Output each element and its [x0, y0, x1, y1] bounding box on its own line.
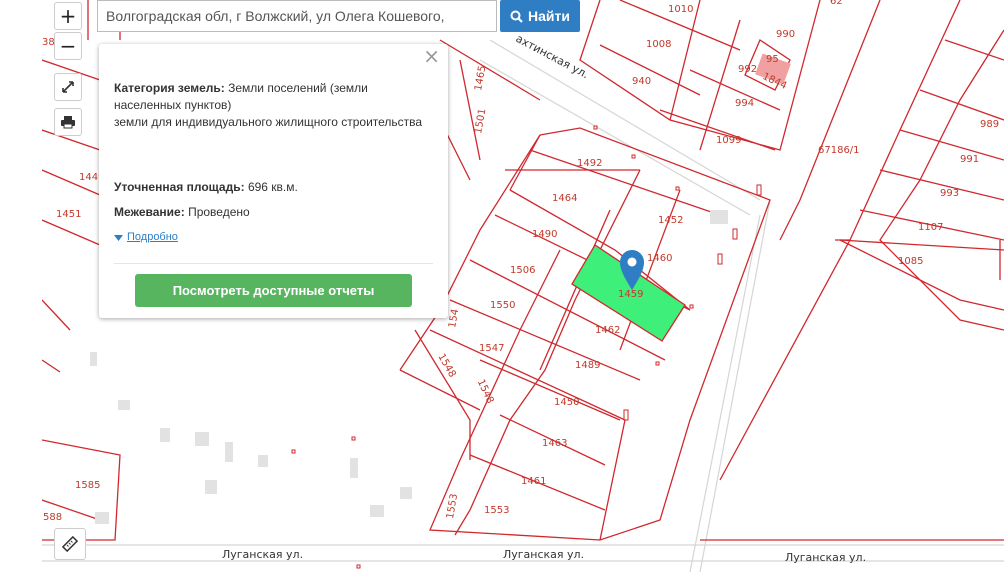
address-search-input[interactable]: Волгоградская обл, г Волжский, ул Олега … [97, 0, 497, 32]
parcel-label: 95 [766, 54, 779, 65]
area-label: Уточненная площадь: [114, 180, 245, 194]
zoom-out-button[interactable]: − [54, 32, 82, 60]
parcel-label: 154 [447, 308, 461, 329]
details-link[interactable]: Подробно [114, 229, 433, 246]
parcel-label: 1462 [595, 325, 620, 336]
parcel-label: 989 [980, 119, 999, 130]
fullscreen-button[interactable] [54, 73, 82, 101]
parcel-label: 1553 [445, 493, 460, 520]
details-link-label[interactable]: Подробно [127, 229, 178, 246]
land-use-value: земли для индивидуального жилищного стро… [114, 115, 423, 129]
parcel-label: 993 [940, 188, 959, 199]
print-button[interactable] [54, 108, 82, 136]
search-button-label: Найти [528, 8, 570, 24]
expand-icon [62, 81, 74, 93]
survey-row: Межевание: Проведено [114, 204, 433, 221]
parcel-label: 1492 [577, 158, 602, 169]
ruler-button[interactable] [54, 528, 86, 560]
parcel-label: 38 [42, 37, 55, 48]
parcel-label: 990 [776, 29, 795, 40]
parcel-label: 1085 [898, 256, 923, 267]
parcel-label: 1463 [542, 438, 567, 449]
view-reports-button[interactable]: Посмотреть доступные отчеты [135, 274, 412, 307]
parcel-label: 1107 [918, 222, 943, 233]
parcel-label: 588 [43, 512, 62, 523]
parcel-label: 991 [960, 154, 979, 165]
parcel-label: 1553 [484, 505, 509, 516]
parcel-label: 1548 [435, 352, 457, 380]
caret-down-icon [114, 234, 123, 241]
parcel-label: 1506 [510, 265, 535, 276]
area-row: Уточненная площадь: 696 кв.м. [114, 179, 433, 196]
parcel-label: 1585 [75, 480, 100, 491]
street-label: ахтинская ул. [514, 32, 591, 81]
parcel-label: 1489 [575, 360, 600, 371]
parcel-label: 67186/1 [818, 145, 860, 156]
parcel-label: 1099 [716, 135, 741, 146]
parcel-label: 1460 [647, 253, 672, 264]
survey-value: Проведено [188, 205, 250, 219]
zoom-in-button[interactable]: + [54, 2, 82, 30]
survey-label: Межевание: [114, 205, 185, 219]
close-icon[interactable]: × [423, 46, 440, 66]
ruler-icon [61, 535, 79, 553]
parcel-label: 1550 [490, 300, 515, 311]
parcel-label: 1008 [646, 39, 671, 50]
land-category-label: Категория земель: [114, 81, 225, 95]
search-button[interactable]: Найти [500, 0, 580, 32]
parcel-label: 62 [830, 0, 843, 7]
land-category: Категория земель: Земли поселений (земли… [114, 80, 433, 114]
divider [114, 263, 433, 264]
street-label: Луганская ул. [503, 548, 584, 561]
parcel-label: 1450 [554, 397, 579, 408]
parcel-label: 992 [738, 64, 757, 75]
street-label: Луганская ул. [785, 551, 866, 564]
parcel-label: 1465 [473, 65, 488, 92]
area-value: 696 кв.м. [247, 180, 298, 194]
parcel-label: 1452 [658, 215, 683, 226]
parcel-label: 1548 [475, 378, 496, 406]
parcel-label: 1461 [521, 476, 546, 487]
parcel-label: 1490 [532, 229, 557, 240]
search-icon [510, 10, 523, 23]
parcel-label: 1459 [618, 289, 643, 300]
parcel-label: 1501 [473, 108, 488, 135]
parcel-info-popup: × Категория земель: Земли поселений (зем… [99, 44, 448, 318]
parcel-label: 1464 [552, 193, 577, 204]
parcel-label: 940 [632, 76, 651, 87]
parcel-label: 1010 [668, 4, 693, 15]
parcel-label: 1451 [56, 209, 81, 220]
street-label: Луганская ул. [222, 548, 303, 561]
parcel-label: 994 [735, 98, 754, 109]
parcel-label: 1547 [479, 343, 504, 354]
printer-icon [61, 116, 75, 129]
